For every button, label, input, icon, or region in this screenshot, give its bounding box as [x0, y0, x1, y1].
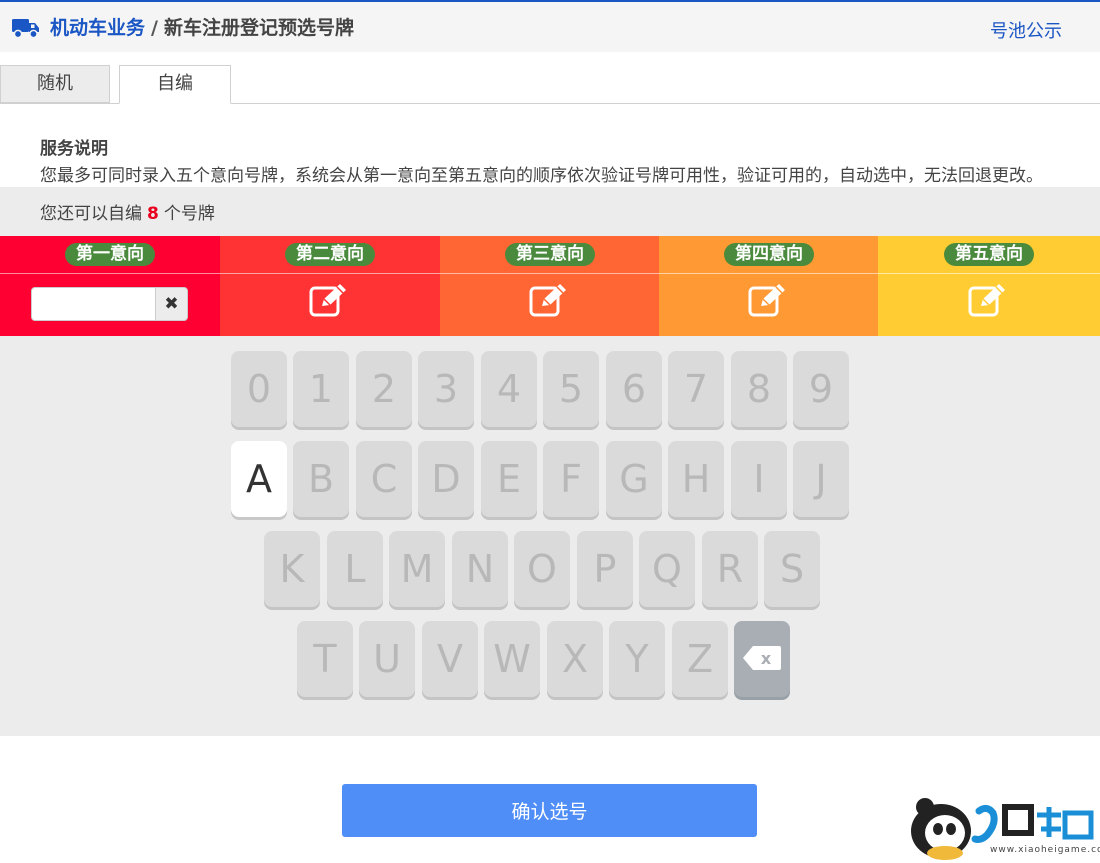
remaining-suffix: 个号牌 — [163, 204, 215, 224]
edit-icon[interactable] — [529, 283, 571, 317]
truck-icon — [12, 19, 39, 39]
key-8[interactable]: 8 — [731, 351, 787, 427]
key-h[interactable]: H — [668, 441, 724, 517]
slot-divider — [220, 273, 440, 274]
slot-divider — [440, 273, 660, 274]
confirm-button[interactable]: 确认选号 — [342, 784, 757, 837]
tab-random[interactable]: 随机 — [0, 65, 110, 103]
service-description: 您最多可同时录入五个意向号牌，系统会从第一意向至第五意向的顺序依次验证号牌可用性… — [40, 166, 1043, 186]
key-4[interactable]: 4 — [481, 351, 537, 427]
choice-label-4: 第四意向 — [724, 243, 814, 266]
page-title: 新车注册登记预选号牌 — [163, 17, 354, 39]
key-9[interactable]: 9 — [793, 351, 849, 427]
service-title: 服务说明 — [40, 139, 108, 159]
choice-slot-4[interactable]: 第四意向 — [659, 236, 879, 336]
choice-label-2: 第二意向 — [285, 243, 375, 266]
remaining-count: 8 — [147, 204, 159, 224]
key-d[interactable]: D — [418, 441, 474, 517]
key-w[interactable]: W — [484, 621, 540, 697]
key-b[interactable]: B — [293, 441, 349, 517]
key-g[interactable]: G — [606, 441, 662, 517]
tab-bar: 随机 自编 — [0, 52, 1100, 104]
key-o[interactable]: O — [514, 531, 570, 607]
backspace-icon: x — [743, 646, 781, 670]
key-l[interactable]: L — [327, 531, 383, 607]
key-p[interactable]: P — [577, 531, 633, 607]
breadcrumb-main[interactable]: 机动车业务 — [50, 17, 145, 39]
remaining-prefix: 您还可以自编 — [40, 204, 142, 224]
key-f[interactable]: F — [543, 441, 599, 517]
key-e[interactable]: E — [481, 441, 537, 517]
key-5[interactable]: 5 — [543, 351, 599, 427]
key-c[interactable]: C — [356, 441, 412, 517]
remaining-count-bar: 您还可以自编 8 个号牌 — [0, 187, 1100, 236]
remaining-text: 您还可以自编 8 个号牌 — [40, 199, 215, 224]
key-y[interactable]: Y — [609, 621, 665, 697]
key-v[interactable]: V — [422, 621, 478, 697]
pool-announcement-link[interactable]: 号池公示 — [990, 17, 1062, 43]
choice-label-5: 第五意向 — [944, 243, 1034, 266]
edit-icon[interactable] — [309, 283, 351, 317]
key-a[interactable]: A — [231, 441, 287, 517]
key-r[interactable]: R — [702, 531, 758, 607]
key-j[interactable]: J — [793, 441, 849, 517]
choice-slot-5[interactable]: 第五意向 — [878, 236, 1100, 336]
key-u[interactable]: U — [359, 621, 415, 697]
choice-slots: 第一意向 ✖ 第二意向 第三意向 第四意向 第五意向 — [0, 236, 1100, 336]
key-n[interactable]: N — [452, 531, 508, 607]
key-3[interactable]: 3 — [418, 351, 474, 427]
key-q[interactable]: Q — [639, 531, 695, 607]
key-6[interactable]: 6 — [606, 351, 662, 427]
key-i[interactable]: I — [731, 441, 787, 517]
slot-divider — [878, 273, 1100, 274]
plate-keyboard: 0 1 2 3 4 5 6 7 8 9 A B C D E F G H I J … — [0, 336, 1100, 736]
slot-divider — [659, 273, 879, 274]
key-s[interactable]: S — [764, 531, 820, 607]
edit-icon[interactable] — [968, 283, 1010, 317]
key-z[interactable]: Z — [672, 621, 728, 697]
key-1[interactable]: 1 — [293, 351, 349, 427]
choice-slot-1[interactable]: 第一意向 ✖ — [0, 236, 220, 336]
key-7[interactable]: 7 — [668, 351, 724, 427]
choice-label-3: 第三意向 — [505, 243, 595, 266]
breadcrumb: 机动车业务 / 新车注册登记预选号牌 — [50, 16, 354, 40]
slot-divider — [0, 273, 220, 274]
choice-slot-2[interactable]: 第二意向 — [220, 236, 440, 336]
key-k[interactable]: K — [264, 531, 320, 607]
delete-glyph: x — [761, 649, 772, 668]
plate-input-1[interactable] — [31, 287, 156, 321]
clear-button[interactable]: ✖ — [155, 287, 188, 321]
key-0[interactable]: 0 — [231, 351, 287, 427]
edit-icon[interactable] — [748, 283, 790, 317]
tab-custom[interactable]: 自编 — [119, 65, 231, 104]
breadcrumb-separator: / — [151, 17, 158, 39]
delete-key[interactable]: x — [734, 621, 790, 697]
key-t[interactable]: T — [297, 621, 353, 697]
key-x[interactable]: X — [547, 621, 603, 697]
key-2[interactable]: 2 — [356, 351, 412, 427]
choice-slot-3[interactable]: 第三意向 — [440, 236, 660, 336]
choice-label-1: 第一意向 — [65, 243, 155, 266]
header: 机动车业务 / 新车注册登记预选号牌 号池公示 — [0, 2, 1100, 52]
watermark-text: www.xiaoheigame.com — [990, 845, 1100, 855]
key-m[interactable]: M — [389, 531, 445, 607]
